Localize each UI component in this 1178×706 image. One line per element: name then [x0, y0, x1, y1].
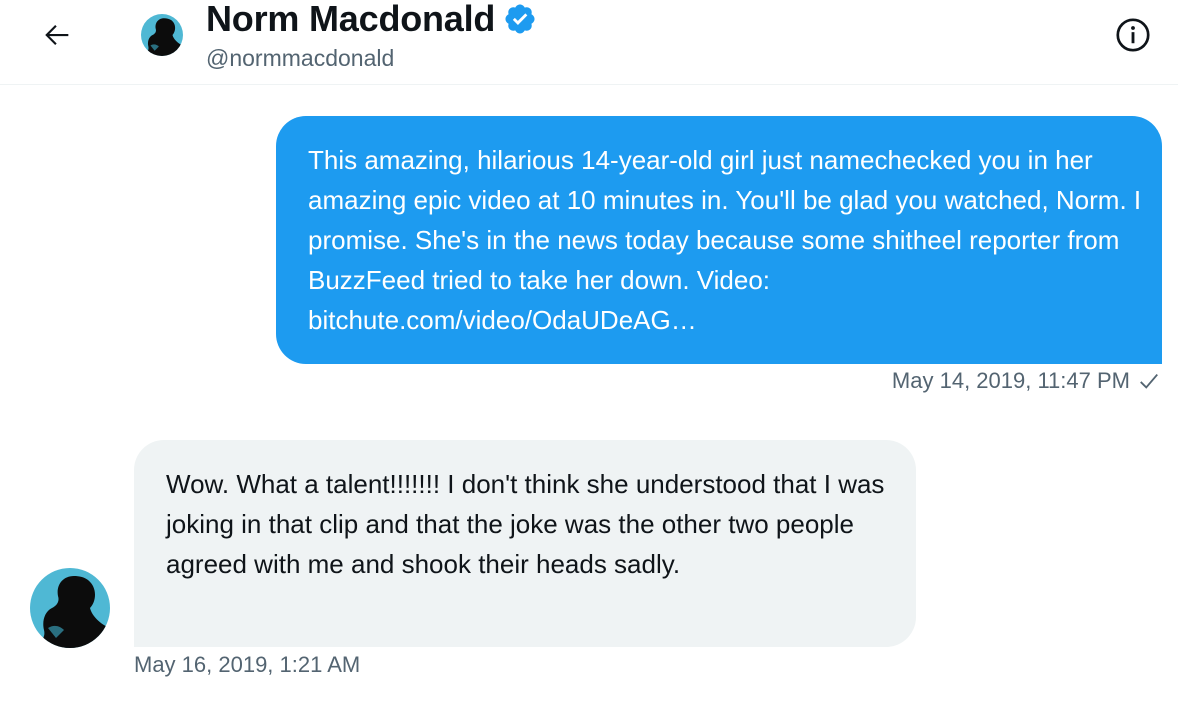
info-button[interactable]	[1112, 14, 1154, 56]
sent-check-icon	[1140, 373, 1158, 389]
back-button[interactable]	[36, 14, 78, 56]
user-handle: @normmacdonald	[206, 45, 395, 71]
info-icon	[1116, 18, 1150, 52]
sent-message-text: This amazing, hilarious 14-year-old girl…	[308, 145, 1142, 335]
avatar-image	[30, 568, 110, 648]
display-name[interactable]: Norm Macdonald	[206, 0, 495, 40]
arrow-left-icon	[45, 25, 69, 45]
avatar[interactable]	[141, 14, 183, 56]
sent-message-timestamp: May 14, 2019, 11:47 PM	[891, 368, 1130, 393]
verified-badge-icon	[505, 4, 535, 34]
avatar[interactable]	[30, 568, 110, 648]
sent-message-bubble[interactable]: This amazing, hilarious 14-year-old girl…	[276, 116, 1162, 364]
received-message-bubble[interactable]: Wow. What a talent!!!!!!! I don't think …	[134, 440, 916, 647]
conversation-header: Norm Macdonald @normmacdonald	[0, 0, 1178, 85]
name-row: Norm Macdonald	[206, 0, 537, 40]
avatar-image	[141, 14, 183, 56]
received-message-timestamp: May 16, 2019, 1:21 AM	[134, 652, 361, 677]
sent-message-meta: May 14, 2019, 11:47 PM	[892, 368, 1160, 394]
received-message-text: Wow. What a talent!!!!!!! I don't think …	[166, 469, 885, 579]
